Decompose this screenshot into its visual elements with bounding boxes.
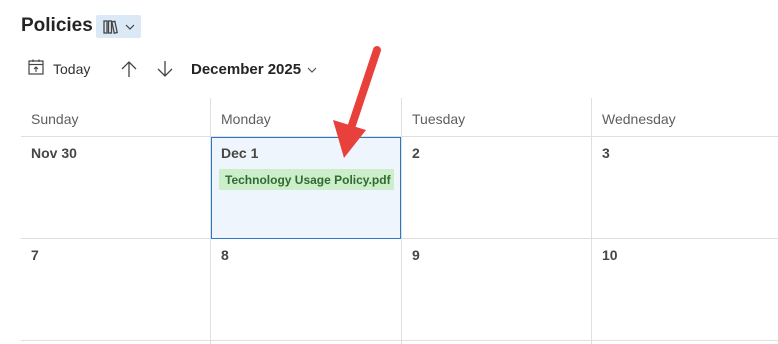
date-dec-9[interactable]: 9 (412, 247, 420, 263)
day-header-monday: Monday (221, 111, 271, 127)
arrow-down-icon (156, 61, 174, 83)
event-technology-usage-policy[interactable]: Technology Usage Policy.pdf (219, 169, 394, 190)
date-dec-10[interactable]: 10 (602, 247, 618, 263)
day-header-sunday: Sunday (31, 111, 79, 127)
date-dec-7[interactable]: 7 (31, 247, 39, 263)
chevron-down-icon (307, 60, 317, 78)
calendar-today-icon (28, 59, 44, 80)
month-label: December 2025 (191, 60, 302, 78)
today-label: Today (53, 61, 91, 77)
date-dec-3[interactable]: 3 (602, 145, 610, 161)
day-header-tuesday: Tuesday (412, 111, 466, 127)
date-dec-1[interactable]: Dec 1 (221, 145, 258, 161)
grid-line (21, 340, 778, 341)
page-title: Policies (21, 15, 93, 36)
date-nov-30[interactable]: Nov 30 (31, 145, 77, 161)
previous-month-button[interactable] (120, 59, 138, 79)
arrow-up-icon (120, 61, 138, 83)
grid-line (401, 98, 402, 344)
date-dec-8[interactable]: 8 (221, 247, 229, 263)
date-dec-2[interactable]: 2 (412, 145, 420, 161)
next-month-button[interactable] (156, 59, 174, 79)
library-icon (102, 19, 121, 35)
month-picker-button[interactable]: December 2025 (191, 59, 317, 79)
day-header-wednesday: Wednesday (602, 111, 676, 127)
view-switcher-button[interactable] (96, 15, 141, 38)
chevron-down-icon (125, 24, 135, 30)
today-button[interactable]: Today (28, 59, 90, 79)
grid-line (591, 98, 592, 344)
